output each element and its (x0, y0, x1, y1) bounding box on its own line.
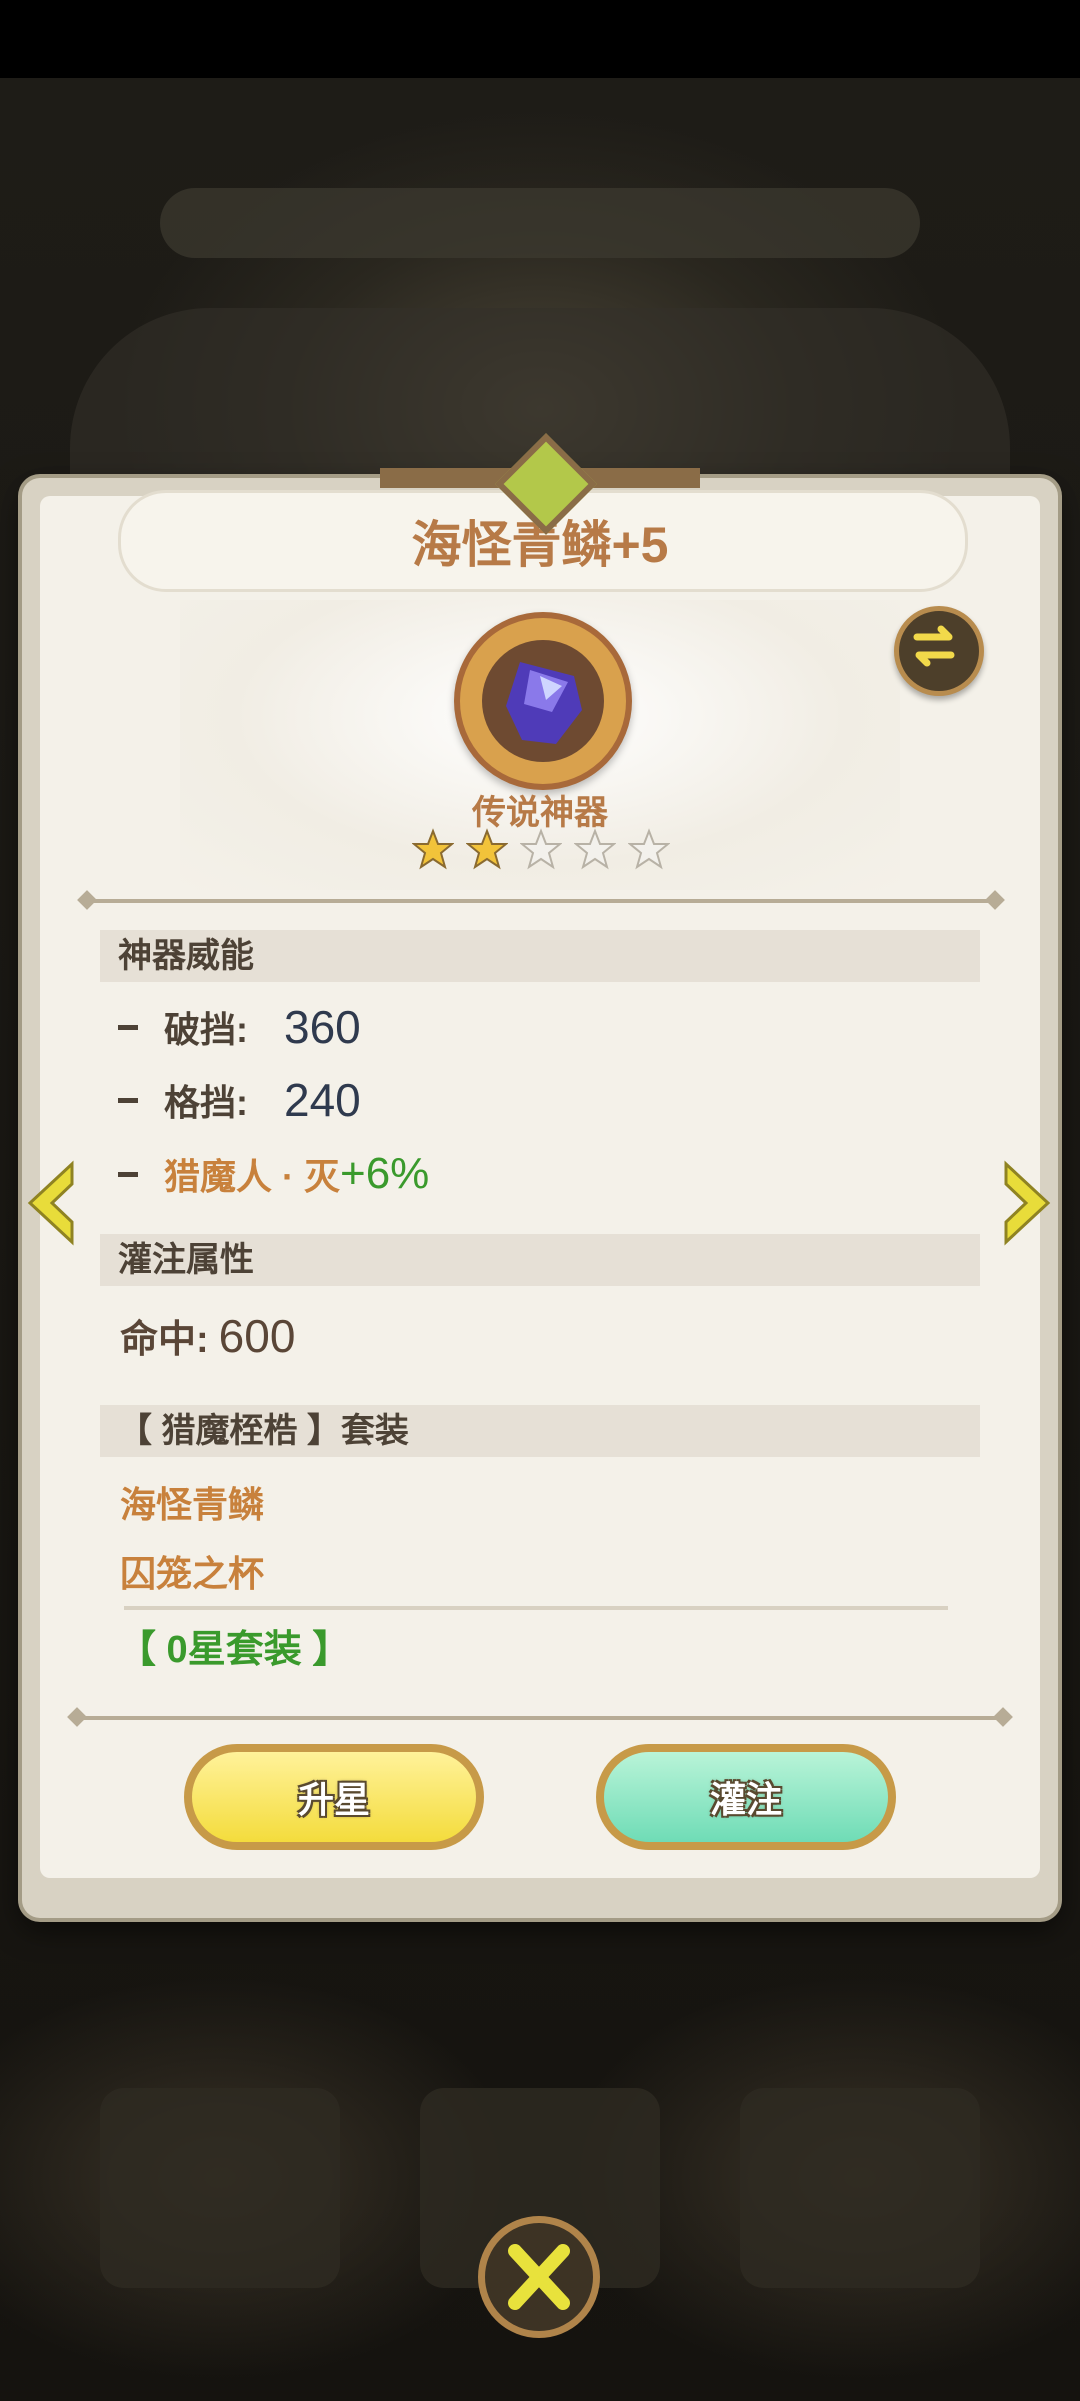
stat-row-break: 破挡: 360 (118, 1000, 361, 1054)
bonus-value: +6% (340, 1149, 430, 1198)
section-header-power: 神器威能 (100, 930, 980, 982)
close-icon (508, 2244, 570, 2310)
stat-row-block: 格挡: 240 (118, 1073, 361, 1127)
infuse-button[interactable]: 灌注 (596, 1744, 896, 1850)
stat-label: 破挡: (164, 1009, 248, 1050)
close-button[interactable] (478, 2216, 600, 2338)
stat-value: 360 (284, 1001, 361, 1053)
stat-label: 格挡: (164, 1082, 248, 1123)
infuse-stat-label: 命中: (120, 1319, 209, 1361)
swap-icon (913, 625, 955, 667)
right-arrow-icon[interactable] (996, 1160, 1056, 1246)
divider-bottom (76, 1716, 1004, 1720)
item-gem-icon (506, 662, 582, 744)
stat-row-bonus: 猎魔人 · 灭 +6% (118, 1148, 429, 1200)
section-header-infuse: 灌注属性 (100, 1234, 980, 1286)
stat-value: 240 (284, 1074, 361, 1126)
star-icon (466, 828, 508, 870)
upgrade-star-button[interactable]: 升星 (184, 1744, 484, 1850)
bonus-label: 猎魔人 · 灭 (164, 1156, 340, 1197)
divider-top (86, 899, 996, 903)
set-divider (124, 1606, 948, 1610)
rarity-label: 传说神器 (472, 794, 608, 832)
status-bar (0, 0, 1080, 78)
section-header-set: 【 猎魔桎梏 】套装 (100, 1405, 980, 1457)
swap-button[interactable] (894, 606, 984, 696)
infuse-stat-value: 600 (218, 1310, 296, 1362)
set-item: 海怪青鳞 (120, 1484, 265, 1525)
star-icon (574, 828, 616, 870)
star-icon (520, 828, 562, 870)
set-item: 囚笼之杯 (120, 1553, 265, 1594)
artifact-icon-frame (454, 612, 632, 790)
star-rating (412, 828, 672, 876)
left-arrow-icon[interactable] (22, 1160, 82, 1246)
set-bonus: 【 0星套装 】 (118, 1629, 351, 1671)
infuse-stat: 命中: 600 (120, 1308, 295, 1363)
star-icon (412, 828, 454, 870)
star-icon (628, 828, 670, 870)
